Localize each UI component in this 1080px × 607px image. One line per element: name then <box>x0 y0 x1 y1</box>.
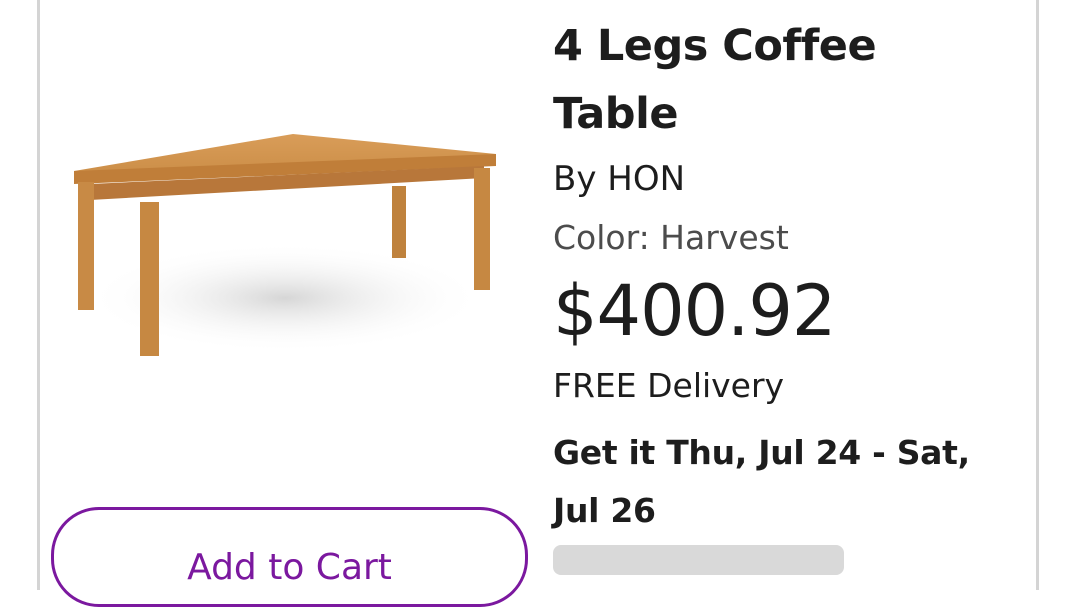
color-label: Color: Harvest <box>553 218 789 257</box>
table-leg <box>140 202 159 356</box>
delivery-eta: Get it Thu, Jul 24 - Sat, Jul 26 <box>553 433 970 530</box>
delivery-label: FREE Delivery <box>553 366 785 405</box>
product-title[interactable]: 4 Legs Coffee Table <box>553 12 1013 148</box>
stock-bar <box>553 545 844 575</box>
add-to-cart-button[interactable]: Add to Cart <box>51 507 528 607</box>
table-leg <box>78 182 94 310</box>
product-image[interactable] <box>60 118 510 368</box>
table-leg <box>392 186 406 258</box>
price: $400.92 <box>553 270 836 352</box>
table-leg <box>474 168 490 290</box>
brand-link[interactable]: By HON <box>553 159 685 199</box>
